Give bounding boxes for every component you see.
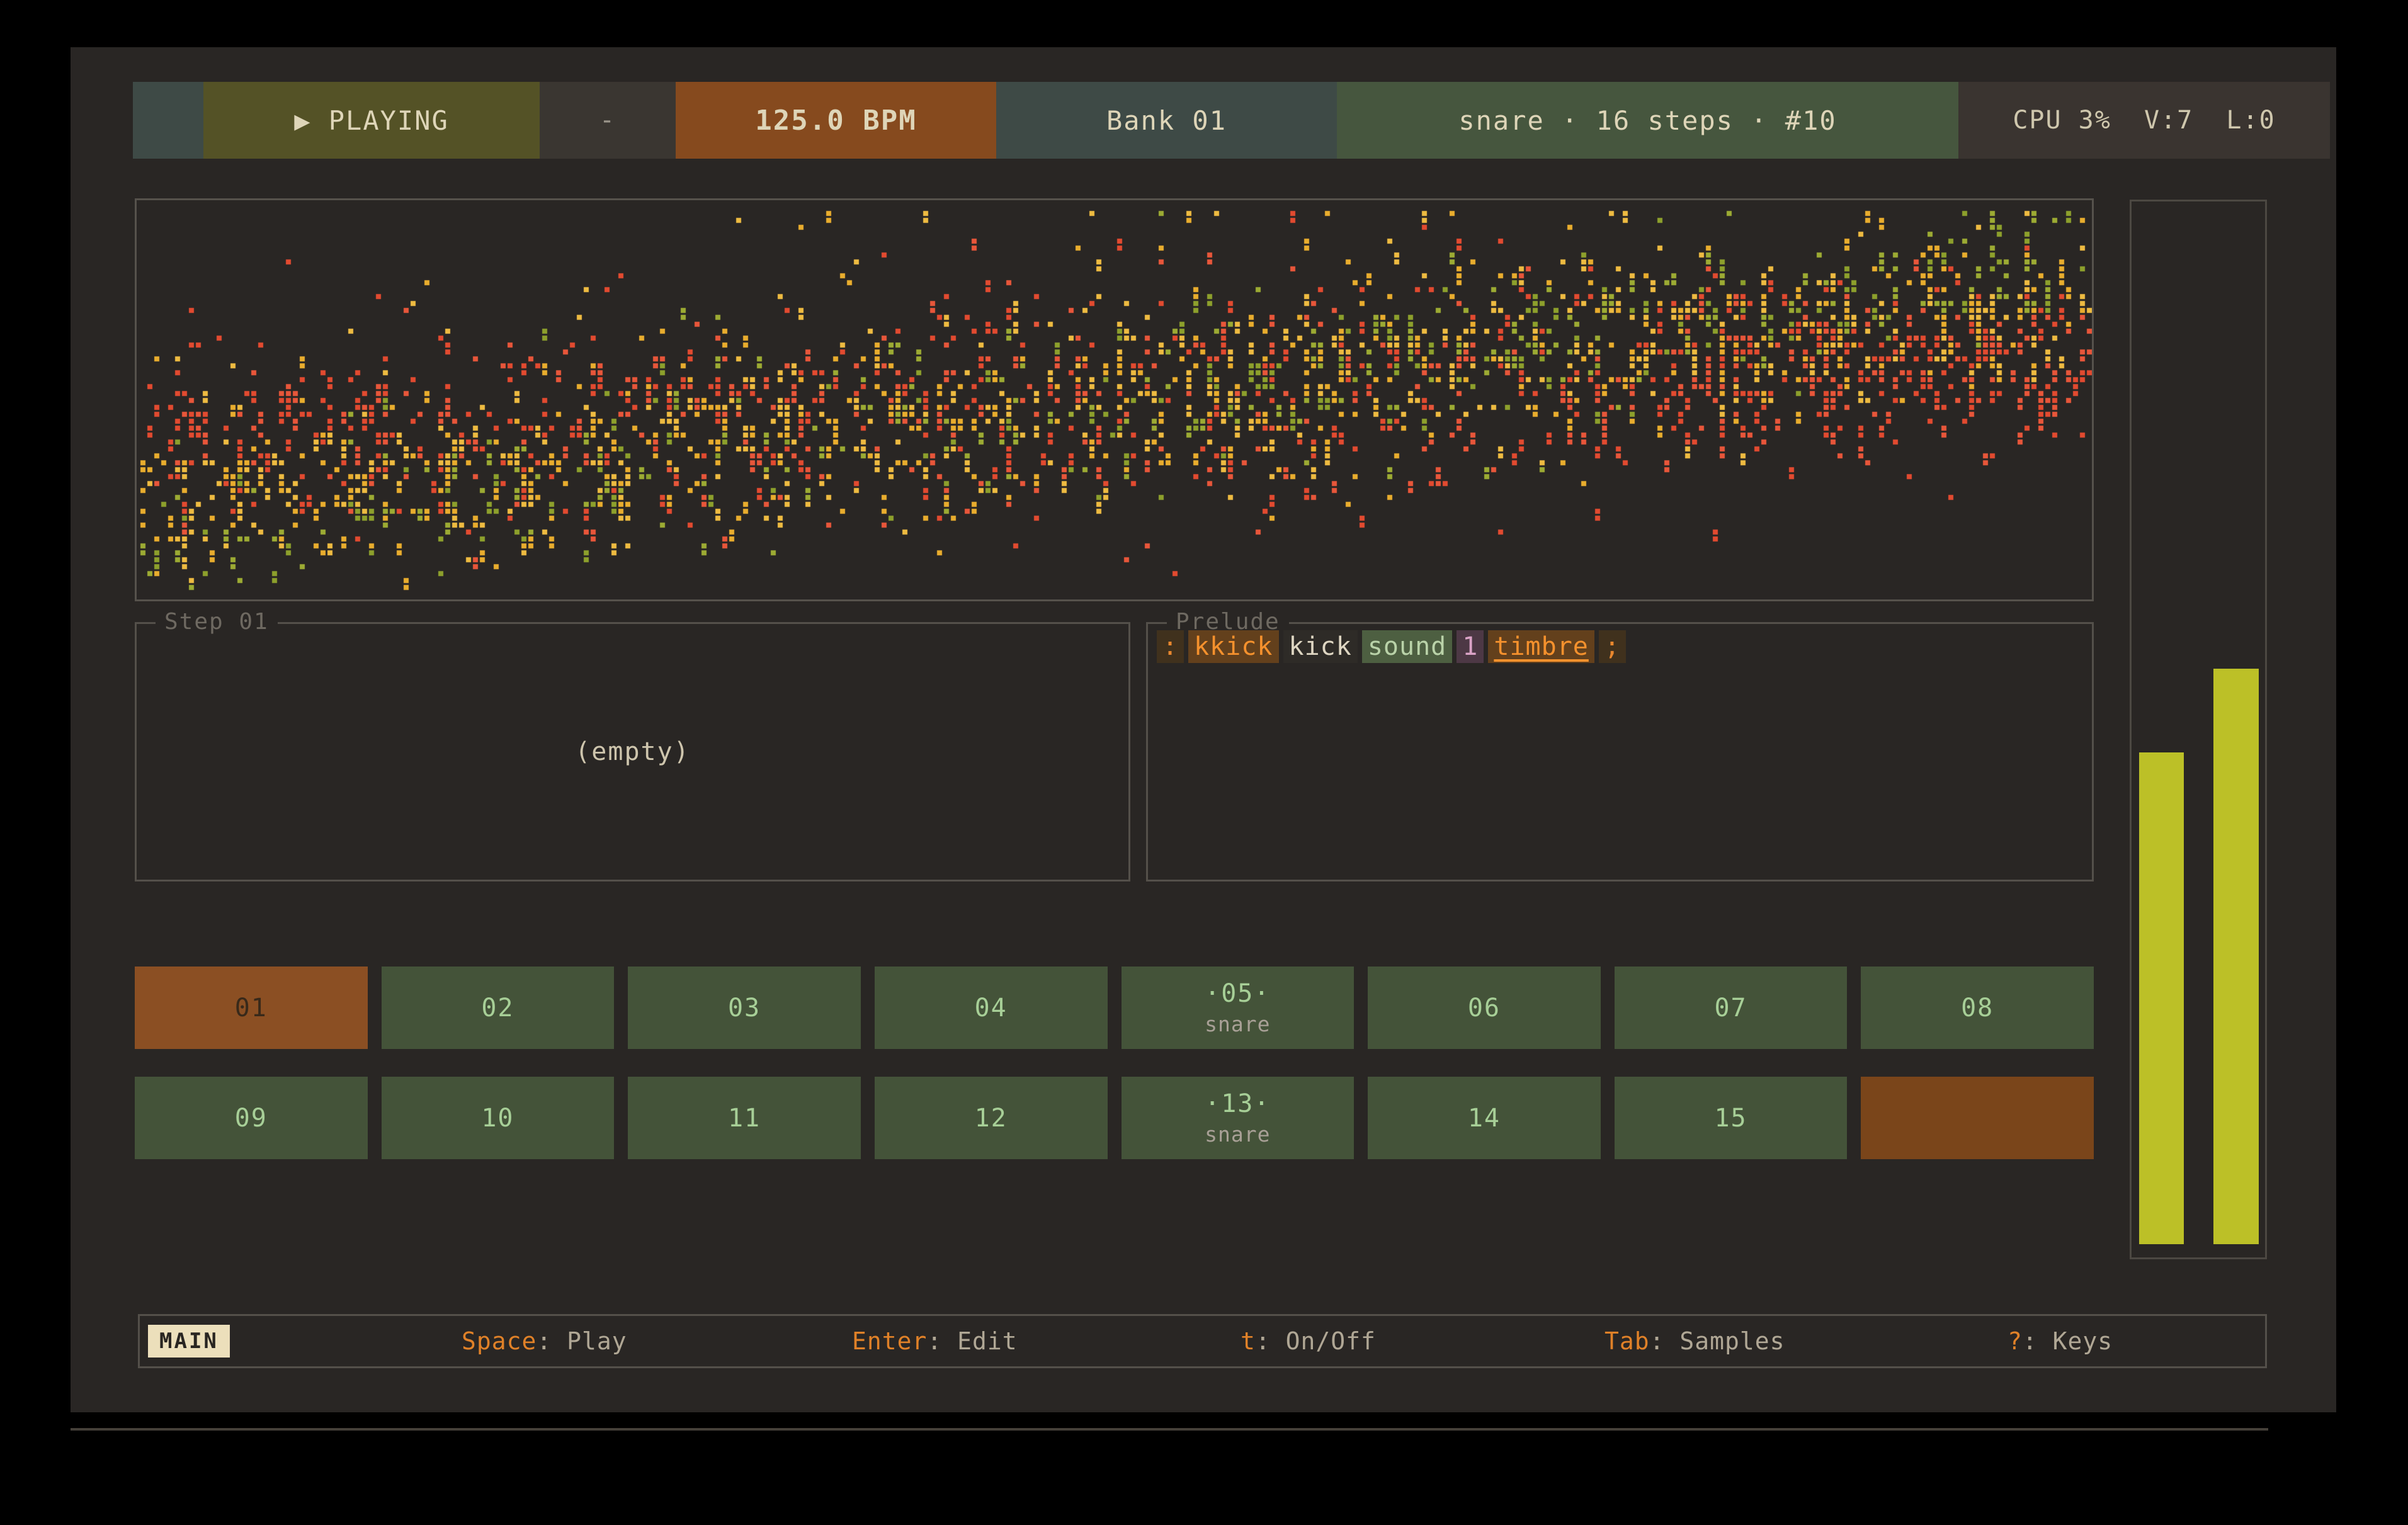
vu-meter-panel (2130, 200, 2267, 1259)
step-button-number: 12 (975, 1104, 1008, 1133)
code-token-1[interactable]: 1 (1457, 630, 1484, 663)
play-icon-and-label: ▶ PLAYING (294, 105, 449, 136)
step-button-number: 08 (1961, 994, 1994, 1023)
shortcut-action: : On/Off (1256, 1327, 1376, 1355)
shortcut-play: Space: Play (462, 1327, 627, 1355)
code-token-punct0[interactable]: : (1157, 630, 1184, 663)
step-button-06[interactable]: 06 (1368, 967, 1601, 1049)
shortcut-key: Tab (1604, 1327, 1650, 1355)
step-panel-title: Step 01 (156, 609, 278, 635)
pattern-info: snare · 16 steps · #10 (1337, 82, 1958, 159)
system-stats: CPU 3% V:7 L:0 (1958, 82, 2330, 159)
bpm-display[interactable]: 125.0 BPM (676, 82, 996, 159)
step-button-number: 15 (1714, 1104, 1747, 1133)
step-button-15[interactable]: 15 (1615, 1077, 1848, 1159)
shortcut-key: Enter (852, 1327, 927, 1355)
step-button-08[interactable]: 08 (1861, 967, 2094, 1049)
step-button-10[interactable]: 10 (382, 1077, 615, 1159)
step-button-11[interactable]: 11 (628, 1077, 861, 1159)
step-button-number: 06 (1468, 994, 1501, 1023)
transport-status[interactable]: ▶ PLAYING (203, 82, 540, 159)
shortcut-onoff: t: On/Off (1241, 1327, 1376, 1355)
mode-badge: MAIN (148, 1325, 230, 1358)
code-token-timbre[interactable]: timbre (1488, 630, 1594, 663)
step-button-grid: 01 02 03 04 ·05· snare 06 07 08 09 10 11 12 ·13· snare… (135, 967, 2094, 1159)
topbar-spacer (133, 82, 203, 159)
step-button-number: 02 (481, 994, 514, 1023)
grain-scatter-panel (135, 198, 2094, 601)
shortcut-keys: ?: Keys (2008, 1327, 2113, 1355)
step-button-16[interactable] (1861, 1077, 2094, 1159)
vu-meter-right (2213, 669, 2259, 1244)
shortcut-action: : Edit (927, 1327, 1017, 1355)
step-button-number: 03 (728, 994, 761, 1023)
grain-scatter-canvas (137, 200, 2092, 599)
step-button-number: ·05· (1205, 979, 1270, 1008)
shortcut-action: : Play (537, 1327, 627, 1355)
bank-display[interactable]: Bank 01 (996, 82, 1337, 159)
step-button-04[interactable]: 04 (875, 967, 1108, 1049)
step-button-02[interactable]: 02 (382, 967, 615, 1049)
code-token-kkick[interactable]: kkick (1188, 630, 1278, 663)
step-button-sample-label: snare (1205, 1012, 1270, 1036)
topbar-separator: - (540, 82, 676, 159)
code-token-sound[interactable]: sound (1362, 630, 1452, 663)
step-detail-panel: Step 01 (empty) (135, 622, 1130, 882)
step-button-number: 04 (975, 994, 1008, 1023)
step-button-09[interactable]: 09 (135, 1077, 368, 1159)
code-token-kick[interactable]: kick (1283, 630, 1358, 663)
step-button-07[interactable]: 07 (1615, 967, 1848, 1049)
shortcut-key: t (1241, 1327, 1256, 1355)
step-button-number: 07 (1714, 994, 1747, 1023)
step-button-12[interactable]: 12 (875, 1077, 1108, 1159)
separator-dash: - (599, 106, 616, 135)
bpm-value: 125.0 BPM (755, 105, 916, 137)
step-button-13[interactable]: ·13· snare (1122, 1077, 1354, 1159)
step-button-01[interactable]: 01 (135, 967, 368, 1049)
step-button-number: 10 (481, 1104, 514, 1133)
step-button-05[interactable]: ·05· snare (1122, 967, 1354, 1049)
step-button-number: 14 (1468, 1104, 1501, 1133)
sequencer-window: ▶ PLAYING - 125.0 BPM Bank 01 snare · 16… (71, 47, 2336, 1412)
step-empty-label: (empty) (575, 737, 690, 766)
step-button-03[interactable]: 03 (628, 967, 861, 1049)
step-button-number: 09 (235, 1104, 268, 1133)
step-button-number: 11 (728, 1104, 761, 1133)
shortcut-bar: MAIN Space: Play Enter: Edit t: On/Off Tab:… (138, 1314, 2267, 1368)
prelude-code-line: :kkickkicksound1timbre; (1157, 630, 1626, 663)
step-button-sample-label: snare (1205, 1122, 1270, 1147)
app-screen: ▶ PLAYING - 125.0 BPM Bank 01 snare · 16… (0, 0, 2408, 1525)
shortcut-edit: Enter: Edit (852, 1327, 1018, 1355)
shortcut-key: Space (462, 1327, 537, 1355)
prelude-code-panel[interactable]: Prelude :kkickkicksound1timbre; (1146, 622, 2094, 882)
shortcut-samples: Tab: Samples (1604, 1327, 1785, 1355)
screen-bezel-line (71, 1428, 2268, 1431)
pattern-info-label: snare · 16 steps · #10 (1458, 105, 1836, 136)
shortcut-action: : Keys (2023, 1327, 2113, 1355)
step-button-number: ·13· (1205, 1089, 1270, 1118)
shortcut-key: ? (2008, 1327, 2023, 1355)
top-status-bar: ▶ PLAYING - 125.0 BPM Bank 01 snare · 16… (133, 82, 2331, 159)
step-button-14[interactable]: 14 (1368, 1077, 1601, 1159)
shortcut-action: : Samples (1650, 1327, 1785, 1355)
vu-meter-left (2139, 752, 2184, 1244)
step-button-number: 01 (235, 994, 268, 1023)
bank-label: Bank 01 (1106, 105, 1227, 136)
cpu-voices-label: CPU 3% V:7 L:0 (2013, 106, 2275, 135)
code-token-punct6[interactable]: ; (1599, 630, 1626, 663)
